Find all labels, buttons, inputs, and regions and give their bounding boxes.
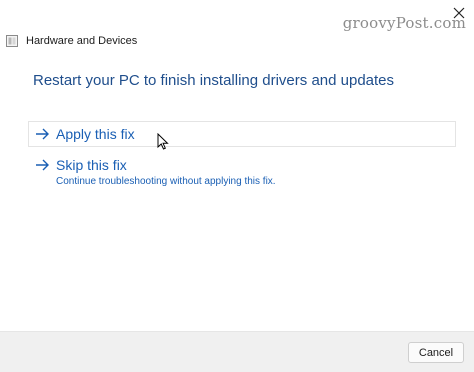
- skip-fix-label: Skip this fix: [56, 157, 127, 173]
- window-title: Hardware and Devices: [26, 35, 138, 47]
- arrow-right-icon: [36, 159, 49, 171]
- page-heading: Restart your PC to finish installing dri…: [33, 72, 395, 89]
- skip-fix-description: Continue troubleshooting without applyin…: [56, 176, 276, 187]
- dialog-footer: Cancel: [0, 331, 474, 372]
- apply-fix-label: Apply this fix: [56, 126, 135, 142]
- skip-fix-option[interactable]: Skip this fix Continue troubleshooting w…: [28, 157, 456, 189]
- apply-fix-option[interactable]: Apply this fix: [28, 121, 456, 147]
- watermark: groovyPost.com: [342, 14, 466, 32]
- troubleshooter-icon: [6, 35, 18, 47]
- arrow-right-icon: [36, 128, 49, 140]
- troubleshooter-dialog: groovyPost.com Hardware and Devices Rest…: [0, 0, 474, 372]
- cancel-button[interactable]: Cancel: [408, 342, 464, 363]
- title-bar: Hardware and Devices: [6, 33, 137, 49]
- mouse-cursor-icon: [157, 133, 169, 150]
